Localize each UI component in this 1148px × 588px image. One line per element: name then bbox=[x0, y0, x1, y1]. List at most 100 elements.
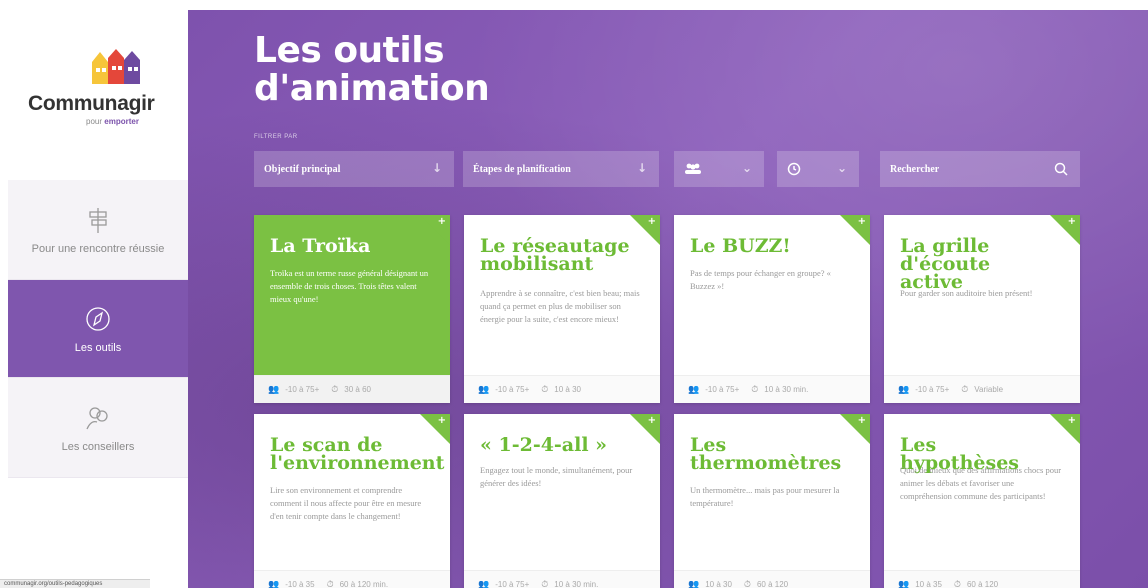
card-participants: -10 à 75+ bbox=[495, 385, 530, 394]
group-icon: 👥 bbox=[478, 579, 490, 588]
clock-icon: ⏱ bbox=[751, 384, 759, 395]
group-icon: 👥 bbox=[688, 579, 700, 588]
chevron-down-icon: ↓ bbox=[636, 161, 647, 175]
page-title: Les outils d'animation bbox=[254, 30, 490, 109]
card-title: La grille d'écoute active bbox=[900, 235, 991, 293]
group-icon: 👥 bbox=[268, 579, 280, 588]
clock-icon: ⏱ bbox=[743, 579, 751, 588]
card-footer: 👥 -10 à 75+ ⏱ 10 à 30 min. bbox=[464, 570, 660, 588]
search-icon bbox=[1054, 162, 1068, 176]
card-description: Pas de temps pour échanger en groupe? « … bbox=[690, 268, 831, 291]
filter-objectif-label: Objectif principal bbox=[264, 163, 341, 175]
card-participants: -10 à 35 bbox=[285, 580, 315, 588]
plus-icon: + bbox=[437, 415, 446, 426]
search-input[interactable]: Rechercher bbox=[880, 151, 1080, 187]
card-grille-ecoute[interactable]: + La grille d'écoute active Pour garder … bbox=[884, 215, 1080, 403]
card-title: Le réseautage mobilisant bbox=[480, 235, 630, 275]
card-participants: 10 à 35 bbox=[915, 580, 942, 588]
card-title: « 1-2-4-all » bbox=[480, 434, 608, 456]
card-duration: 60 à 120 bbox=[756, 580, 789, 588]
chevron-down-icon: ⌄ bbox=[836, 161, 847, 175]
filter-etapes-label: Étapes de planification bbox=[473, 163, 571, 175]
sidebar-item-label: Les conseillers bbox=[61, 440, 135, 453]
filter-duree[interactable]: ⌄ bbox=[777, 151, 859, 187]
card-participants: -10 à 75+ bbox=[705, 385, 740, 394]
tagline-prefix: pour bbox=[86, 117, 103, 126]
card-duration: 60 à 120 bbox=[966, 580, 999, 588]
plus-icon: + bbox=[437, 216, 446, 227]
clock-icon: ⏱ bbox=[331, 384, 339, 395]
card-reseautage[interactable]: + Le réseautage mobilisant Apprendre à s… bbox=[464, 215, 660, 403]
main-content: Les outils d'animation FILTRER PAR Objec… bbox=[188, 10, 1148, 588]
plus-icon: + bbox=[647, 216, 656, 227]
compass-icon bbox=[86, 306, 110, 331]
signpost-icon bbox=[89, 207, 107, 233]
brand-tagline: pour emporter bbox=[86, 117, 139, 126]
page-title-line1: Les outils bbox=[254, 30, 445, 71]
card-hypotheses[interactable]: + Les hypothèses Quoi de mieux que des a… bbox=[884, 414, 1080, 588]
logo[interactable]: Communagir pour emporter bbox=[22, 48, 172, 138]
card-title: La Troïka bbox=[270, 235, 371, 257]
browser-status-bar: communagir.org/outils-pedagogiques bbox=[0, 579, 150, 588]
card-footer: 👥 10 à 35 ⏱ 60 à 120 bbox=[884, 570, 1080, 588]
clock-icon bbox=[787, 162, 801, 176]
card-description: Apprendre à se connaître, c'est bien bea… bbox=[480, 288, 640, 324]
card-duration: 10 à 30 min. bbox=[554, 580, 599, 588]
card-participants: -10 à 75+ bbox=[285, 385, 320, 394]
group-icon: 👥 bbox=[478, 384, 490, 395]
card-troika[interactable]: + La Troïka Troïka est un terme russe gé… bbox=[254, 215, 450, 403]
card-thermometres[interactable]: + Les thermomètres Un thermomètre... mai… bbox=[674, 414, 870, 588]
card-description: Troïka est un terme russe général désign… bbox=[270, 268, 429, 304]
card-description: Un thermomètre... mais pas pour mesurer … bbox=[690, 485, 840, 508]
card-participants: 10 à 30 bbox=[705, 580, 732, 588]
chevron-down-icon: ⌄ bbox=[741, 161, 752, 175]
sidebar-item-outils[interactable]: Les outils bbox=[8, 280, 188, 378]
card-title: Le scan de l'environnement bbox=[270, 434, 445, 474]
card-footer: 👥 -10 à 75+ ⏱ Variable bbox=[884, 375, 1080, 403]
people-icon bbox=[86, 406, 108, 429]
card-1-2-4-all[interactable]: + « 1-2-4-all » Engagez tout le monde, s… bbox=[464, 414, 660, 588]
group-icon bbox=[685, 163, 701, 174]
chevron-down-icon: ↓ bbox=[431, 161, 442, 175]
page-title-line2: d'animation bbox=[254, 68, 490, 109]
card-title: Le BUZZ! bbox=[690, 235, 791, 257]
tagline-suffix: emporter bbox=[104, 117, 139, 126]
group-icon: 👥 bbox=[268, 384, 280, 395]
filter-participants[interactable]: ⌄ bbox=[674, 151, 764, 187]
card-buzz[interactable]: + Le BUZZ! Pas de temps pour échanger en… bbox=[674, 215, 870, 403]
sidebar-item-rencontre[interactable]: Pour une rencontre réussie bbox=[8, 180, 188, 280]
card-participants: -10 à 75+ bbox=[915, 385, 950, 394]
brand-name: Communagir bbox=[28, 92, 155, 115]
plus-icon: + bbox=[1067, 216, 1076, 227]
clock-icon: ⏱ bbox=[953, 579, 961, 588]
clock-icon: ⏱ bbox=[541, 384, 549, 395]
card-duration: 10 à 30 min. bbox=[764, 385, 809, 394]
search-placeholder: Rechercher bbox=[890, 163, 940, 175]
card-footer: 👥 -10 à 75+ ⏱ 10 à 30 min. bbox=[674, 375, 870, 403]
sidebar: Communagir pour emporter Pour une rencon… bbox=[0, 0, 188, 588]
sidebar-item-label: Les outils bbox=[74, 341, 122, 354]
plus-icon: + bbox=[857, 415, 866, 426]
card-description: Quoi de mieux que des affirmations chocs… bbox=[900, 465, 1062, 501]
sidebar-item-conseillers[interactable]: Les conseillers bbox=[8, 378, 188, 478]
houses-logo-icon bbox=[92, 49, 140, 84]
card-duration: 60 à 120 min. bbox=[339, 580, 389, 588]
page: Communagir pour emporter Pour une rencon… bbox=[0, 0, 1148, 588]
card-duration: 10 à 30 bbox=[554, 385, 581, 394]
card-footer: 👥 -10 à 35 ⏱ 60 à 120 min. bbox=[254, 570, 450, 588]
filter-objectif[interactable]: Objectif principal ↓ bbox=[254, 151, 454, 187]
card-description: Engagez tout le monde, simultanément, po… bbox=[480, 465, 633, 488]
card-title: Les thermomètres bbox=[690, 434, 842, 474]
clock-icon: ⏱ bbox=[961, 384, 969, 395]
card-duration: 30 à 60 bbox=[344, 385, 371, 394]
card-scan-environnement[interactable]: + Le scan de l'environnement Lire son en… bbox=[254, 414, 450, 588]
card-duration: Variable bbox=[974, 385, 1004, 394]
card-footer: 👥 -10 à 75+ ⏱ 30 à 60 bbox=[254, 375, 450, 403]
card-description: Pour garder son auditoire bien présent! bbox=[900, 288, 1033, 298]
clock-icon: ⏱ bbox=[541, 579, 549, 588]
clock-icon: ⏱ bbox=[326, 579, 334, 588]
card-description: Lire son environnement et comprendre com… bbox=[270, 485, 422, 521]
card-footer: 👥 -10 à 75+ ⏱ 10 à 30 bbox=[464, 375, 660, 403]
filter-etapes[interactable]: Étapes de planification ↓ bbox=[463, 151, 659, 187]
filter-label: FILTRER PAR bbox=[254, 134, 298, 140]
